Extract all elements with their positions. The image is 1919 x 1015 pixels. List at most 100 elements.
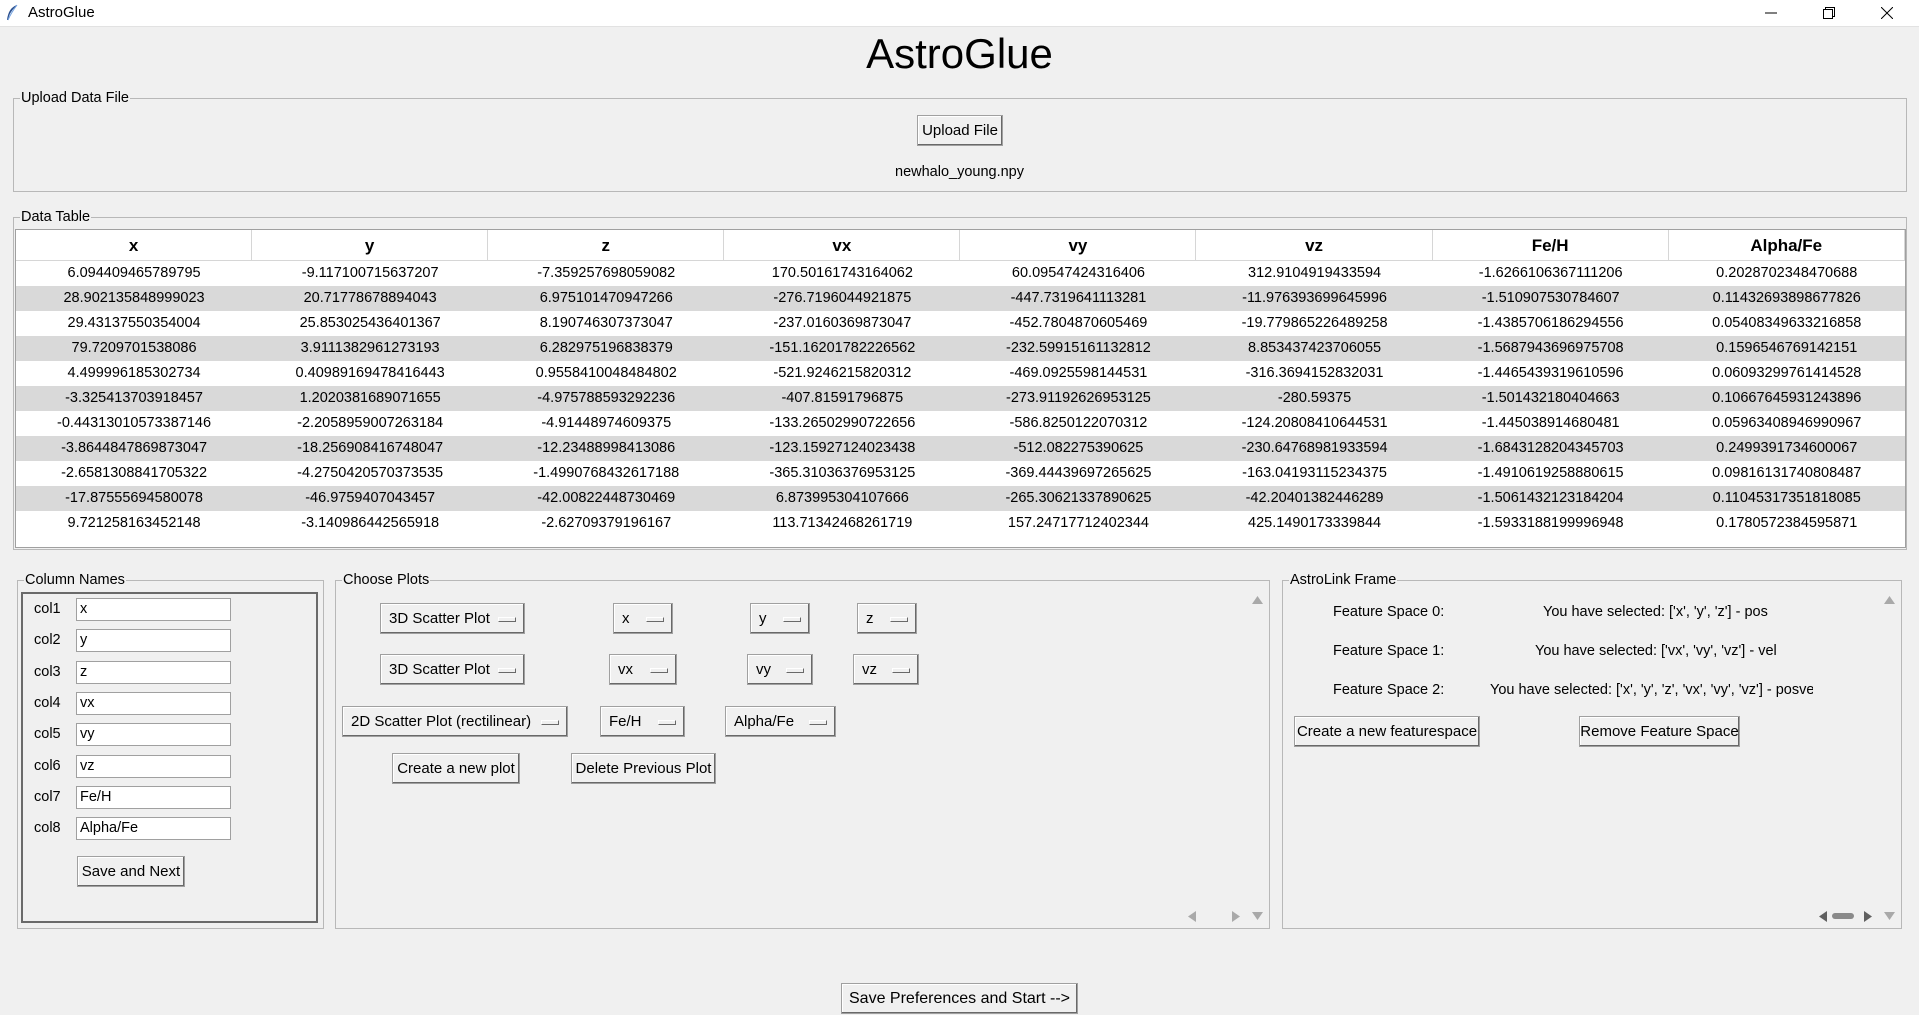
column-name-input[interactable]: vz (76, 754, 231, 778)
scroll-down-icon (1884, 912, 1895, 920)
data-table-group-label: Data Table (21, 209, 91, 225)
table-row[interactable]: 29.43137550354004 25.853025436401367 8.190… (16, 311, 1905, 336)
table-cell: -19.779865226489258 (1241, 315, 1388, 331)
table-cell: -3.140986442565918 (301, 515, 440, 531)
plot2-axis1-menu[interactable]: vx (609, 654, 677, 685)
table-cell: -1.501432180404663 (1481, 390, 1620, 406)
plot1-axis2-menu[interactable]: y (750, 603, 810, 634)
column-label: col3 (34, 663, 61, 680)
table-cell: 6.282975196838379 (539, 340, 673, 356)
table-cell: 0.11045317351818085 (1712, 490, 1861, 506)
table-cell: -407.81591796875 (781, 390, 904, 406)
scrollbar-thumb[interactable] (1832, 913, 1854, 919)
restore-button[interactable] (1800, 0, 1858, 26)
create-featurespace-button[interactable]: Create a new featurespace (1294, 716, 1480, 747)
table-cell: 0.10667645931243896 (1712, 390, 1862, 406)
table-row[interactable]: -3.325413703918457 1.2020381689071655 -4.9… (16, 386, 1905, 411)
table-cell: -521.9246215820312 (773, 365, 912, 381)
column-name-input[interactable]: x (76, 598, 231, 621)
table-cell: -280.59375 (1277, 390, 1352, 406)
table-row[interactable]: 4.499996185302734 0.40989169478416443 0.95… (16, 361, 1905, 386)
column-name-input[interactable]: z (76, 660, 231, 684)
plot3-axis1-menu[interactable]: Fe/H (600, 706, 685, 737)
table-cell: 170.50161743164062 (771, 265, 913, 281)
table-cell: -2.2058959007263184 (297, 415, 444, 431)
astrolink-horizontal-scrollbar[interactable] (1816, 908, 1878, 924)
save-and-next-button[interactable]: Save and Next (77, 856, 185, 887)
plot-type-menu-2[interactable]: 3D Scatter Plot (380, 654, 525, 685)
plot-type-menu-3[interactable]: 2D Scatter Plot (rectilinear) (342, 706, 568, 737)
table-cell: 8.853437423706055 (1248, 340, 1382, 356)
table-cell: -17.87555694580078 (65, 490, 203, 506)
table-row[interactable]: 6.094409465789795 -9.117100715637207 -7.35… (16, 261, 1905, 286)
table-row[interactable]: -17.87555694580078 -46.9759407043457 -42.0… (16, 486, 1905, 511)
minimize-button[interactable] (1742, 0, 1800, 26)
table-cell: 0.09816131740808487 (1712, 465, 1862, 481)
table-column-header[interactable]: vx (724, 230, 961, 260)
table-column-header[interactable]: vy (960, 230, 1197, 260)
minimize-icon (1765, 12, 1777, 14)
table-cell: -12.23488998413086 (537, 440, 676, 456)
table-cell: -42.00822448730469 (537, 490, 676, 506)
upload-file-button[interactable]: Upload File (917, 115, 1003, 146)
table-cell: 6.873995304107666 (775, 490, 909, 506)
table-cell: -1.4385706186294556 (1477, 315, 1624, 331)
column-name-input[interactable]: vy (76, 723, 231, 747)
table-cell: -1.5061432123184204 (1477, 490, 1624, 506)
column-name-input[interactable]: vx (76, 691, 231, 715)
column-name-input[interactable]: Fe/H (76, 785, 231, 809)
plot2-axis2-menu[interactable]: vy (747, 654, 813, 685)
table-row[interactable]: -3.8644847869873047 -18.256908416748047 -1… (16, 436, 1905, 461)
create-new-plot-button[interactable]: Create a new plot (392, 753, 520, 784)
feature-space-0-text: You have selected: ['x', 'y', 'z'] - pos (1543, 604, 1768, 620)
plot2-axis3-menu[interactable]: vz (853, 654, 919, 685)
option-indicator-icon (892, 668, 910, 673)
table-cell: -151.16201782226562 (769, 340, 916, 356)
table-cell: 0.1780572384595871 (1716, 515, 1858, 531)
table-row[interactable]: 79.7209701538086 3.9111382961273193 6.2829… (16, 336, 1905, 361)
close-button[interactable] (1858, 0, 1916, 26)
delete-previous-plot-button[interactable]: Delete Previous Plot (571, 753, 716, 784)
feature-space-0-label: Feature Space 0: (1333, 604, 1445, 620)
table-column-header[interactable]: z (488, 230, 725, 260)
table-cell: 3.9111382961273193 (300, 340, 440, 356)
table-cell: 20.71778678894043 (303, 290, 437, 306)
remove-feature-space-button[interactable]: Remove Feature Space (1579, 716, 1740, 747)
table-cell: 1.2020381689071655 (299, 390, 441, 406)
option-indicator-icon (498, 668, 516, 673)
table-column-header[interactable]: Fe/H (1433, 230, 1669, 260)
table-cell: 6.094409465789795 (67, 265, 201, 281)
table-cell: 25.853025436401367 (299, 315, 441, 331)
table-row[interactable]: -0.44313010573387146 -2.2058959007263184 -… (16, 411, 1905, 436)
table-column-header[interactable]: y (252, 230, 489, 260)
table-cell: 312.9104919433594 (1248, 265, 1382, 281)
plot-type-menu-1[interactable]: 3D Scatter Plot (380, 603, 525, 634)
astrolink-vertical-scrollbar[interactable] (1881, 590, 1898, 925)
table-cell: 0.2499391734600067 (1716, 440, 1858, 456)
table-cell: -46.9759407043457 (305, 490, 436, 506)
scroll-right-icon (1232, 911, 1240, 922)
table-cell: -7.359257698059082 (537, 265, 676, 281)
table-cell: -273.91192626953125 (1006, 390, 1151, 406)
plot1-axis3-menu[interactable]: z (857, 603, 917, 634)
plots-horizontal-scrollbar[interactable] (1183, 908, 1243, 924)
plot3-axis2-menu[interactable]: Alpha/Fe (725, 706, 836, 737)
table-column-header[interactable]: Alpha/Fe (1669, 230, 1905, 260)
plots-vertical-scrollbar[interactable] (1249, 590, 1266, 925)
column-label: col7 (34, 788, 61, 805)
save-preferences-start-button[interactable]: Save Preferences and Start --> (841, 983, 1078, 1014)
table-cell: 60.09547424316406 (1011, 265, 1145, 281)
data-table[interactable]: x y z vx vy vz Fe/H Alpha/Fe 6.094409465789795 -… (15, 229, 1906, 548)
table-cell: -1.6843128204345703 (1477, 440, 1624, 456)
table-row[interactable]: 28.902135848999023 20.71778678894043 6.975… (16, 286, 1905, 311)
column-name-input[interactable]: y (76, 629, 231, 653)
table-column-header[interactable]: x (16, 230, 253, 260)
plot1-axis1-menu[interactable]: x (613, 603, 673, 634)
table-cell: -232.59915161132812 (1006, 340, 1151, 356)
title-bar: AstroGlue (0, 0, 1919, 27)
column-name-input[interactable]: Alpha/Fe (76, 817, 231, 841)
table-row[interactable]: -2.6581308841705322 -4.2750420570373535 -1… (16, 461, 1905, 486)
table-column-header[interactable]: vz (1197, 230, 1433, 260)
option-indicator-icon (650, 668, 668, 673)
table-row[interactable]: 9.721258163452148 -3.140986442565918 -2.62… (16, 511, 1905, 536)
